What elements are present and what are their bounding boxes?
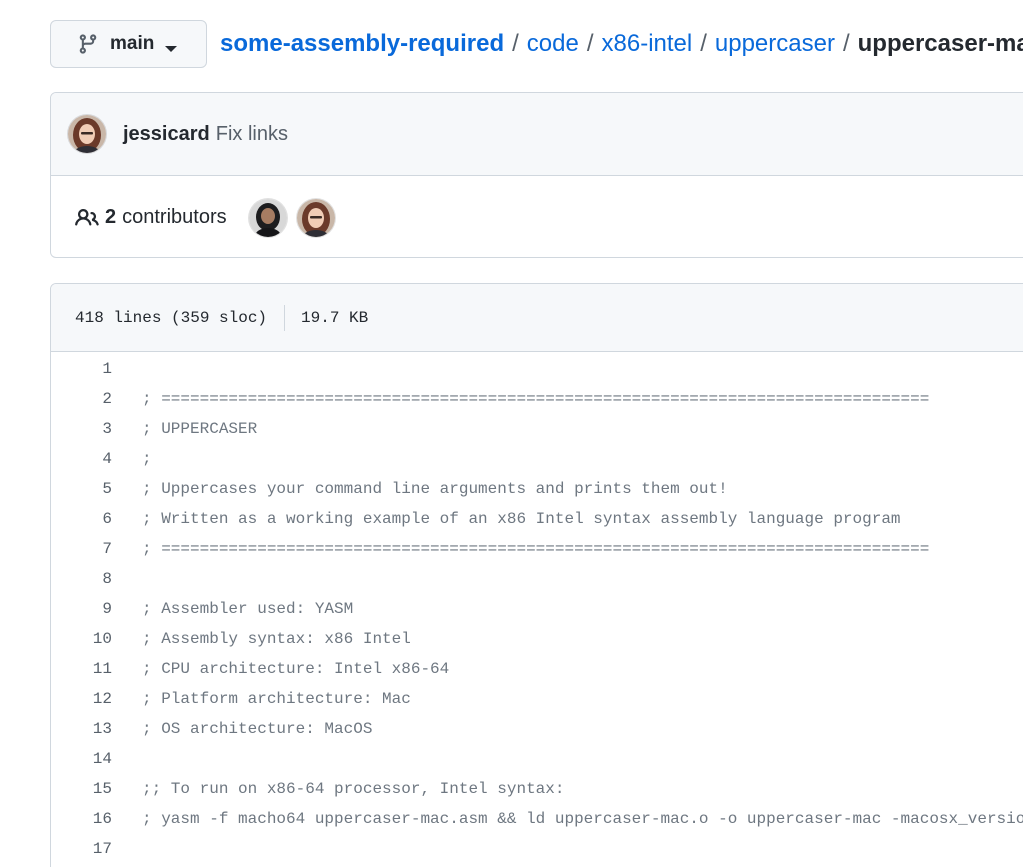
file-lines-info: 418 lines (359 sloc) — [75, 308, 268, 327]
code-line: 3 ; UPPERCASER — [51, 414, 1023, 444]
line-number[interactable]: 4 — [51, 450, 112, 468]
code-line: 7 ; =====================================… — [51, 534, 1023, 564]
line-number[interactable]: 8 — [51, 570, 112, 588]
author-avatar[interactable] — [68, 115, 106, 153]
commit-message-link[interactable]: Fix links — [216, 123, 288, 146]
breadcrumb-separator: / — [700, 30, 707, 57]
code-line: 14 — [51, 744, 1023, 774]
code-line: 5 ; Uppercases your command line argument… — [51, 474, 1023, 504]
line-number[interactable]: 17 — [51, 840, 112, 858]
code-line: 15 ;; To run on x86-64 processor, Intel s… — [51, 774, 1023, 804]
code-line: 4; — [51, 444, 1023, 474]
code-line: 8 — [51, 564, 1023, 594]
line-number[interactable]: 6 — [51, 510, 112, 528]
line-content: ; Written as a working example of an x86… — [142, 510, 901, 528]
line-number[interactable]: 16 — [51, 810, 112, 828]
line-content: ; — [142, 450, 152, 468]
page: main some-assembly-required / code / x86… — [0, 0, 1023, 867]
file-viewer: 418 lines (359 sloc) 19.7 KB 1 2 ; ======… — [50, 283, 1023, 867]
line-content: ; Platform architecture: Mac — [142, 690, 411, 708]
caret-down-icon — [165, 40, 178, 52]
line-number[interactable]: 15 — [51, 780, 112, 798]
line-content: ; Assembly syntax: x86 Intel — [142, 630, 411, 648]
line-number[interactable]: 10 — [51, 630, 112, 648]
line-content: ; CPU architecture: Intel x86-64 — [142, 660, 450, 678]
contributors-row[interactable]: 2 contributors — [51, 176, 1023, 257]
breadcrumb-separator: / — [842, 30, 850, 57]
breadcrumb-link-uppercaser[interactable]: uppercaser — [715, 30, 835, 58]
line-number[interactable]: 14 — [51, 750, 112, 768]
code-line: 2 ; =====================================… — [51, 384, 1023, 414]
breadcrumb: some-assembly-required / code / x86-inte… — [220, 30, 1023, 58]
line-content: ; ======================================… — [142, 540, 930, 558]
line-number[interactable]: 12 — [51, 690, 112, 708]
code-line: 9 ; Assembler used: YASM — [51, 594, 1023, 624]
line-content: ; OS architecture: MacOS — [142, 720, 373, 738]
contributor-avatar[interactable] — [296, 198, 335, 237]
line-number[interactable]: 5 — [51, 480, 112, 498]
line-number[interactable]: 13 — [51, 720, 112, 738]
contributor-avatars — [248, 198, 345, 237]
breadcrumb-repo-link[interactable]: some-assembly-required — [220, 30, 504, 58]
line-number[interactable]: 11 — [51, 660, 112, 678]
latest-commit-row: jessicard Fix links — [51, 93, 1023, 176]
commit-info-box: jessicard Fix links 2 contributors — [50, 92, 1023, 258]
breadcrumb-link-code[interactable]: code — [527, 30, 579, 58]
breadcrumb-link-x86-intel[interactable]: x86-intel — [602, 30, 693, 58]
code-line: 6 ; Written as a working example of an x8… — [51, 504, 1023, 534]
branch-selector-button[interactable]: main — [50, 20, 207, 68]
git-branch-icon — [77, 33, 99, 55]
breadcrumb-separator: / — [512, 30, 519, 57]
file-info-bar: 418 lines (359 sloc) 19.7 KB — [51, 284, 1023, 352]
line-content: ; UPPERCASER — [142, 420, 258, 438]
breadcrumb-current-file: uppercaser-mac.asm — [857, 30, 1023, 57]
line-number[interactable]: 1 — [51, 360, 112, 378]
code-line: 16 ; yasm -f macho64 uppercaser-mac.asm &… — [51, 804, 1023, 834]
code-line: 17 — [51, 834, 1023, 864]
divider — [284, 304, 286, 331]
code-line: 11 ; CPU architecture: Intel x86-64 — [51, 654, 1023, 684]
line-content: ; Assembler used: YASM — [142, 600, 354, 618]
commit-author-link[interactable]: jessicard — [123, 123, 210, 146]
breadcrumb-separator: / — [586, 30, 594, 57]
contributors-label: contributors — [122, 206, 227, 228]
line-number[interactable]: 3 — [51, 420, 112, 438]
code-line: 1 — [51, 354, 1023, 384]
line-content: ; yasm -f macho64 uppercaser-mac.asm && … — [142, 810, 1023, 828]
line-number[interactable]: 2 — [51, 390, 112, 408]
branch-name: main — [110, 33, 155, 54]
line-content: ; Uppercases your command line arguments… — [142, 480, 728, 498]
file-size: 19.7 KB — [301, 308, 369, 327]
code-line: 12 ; Platform architecture: Mac — [51, 684, 1023, 714]
line-number[interactable]: 9 — [51, 600, 112, 618]
file-navigation: main some-assembly-required / code / x86… — [50, 20, 1023, 68]
code-line: 13 ; OS architecture: MacOS — [51, 714, 1023, 744]
line-content: ; ======================================… — [142, 390, 930, 408]
contributor-avatar[interactable] — [248, 198, 287, 237]
people-icon — [75, 206, 99, 230]
code-line: 10 ; Assembly syntax: x86 Intel — [51, 624, 1023, 654]
contributors-count: 2 — [105, 206, 117, 228]
code-listing: 1 2 ; ===================================… — [51, 352, 1023, 864]
line-content: ;; To run on x86-64 processor, Intel syn… — [142, 780, 565, 798]
line-number[interactable]: 7 — [51, 540, 112, 558]
